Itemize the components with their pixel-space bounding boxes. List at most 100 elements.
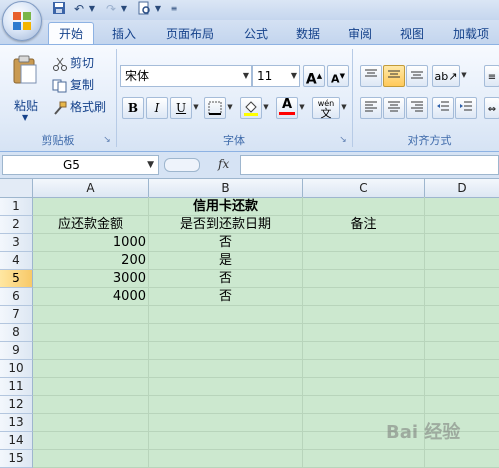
undo-icon[interactable]: ↶ xyxy=(72,1,86,17)
row-header[interactable]: 3 xyxy=(0,234,33,252)
gridline xyxy=(33,377,499,378)
paste-dropdown-icon[interactable]: ▼ xyxy=(22,113,28,122)
row-header[interactable]: 1 xyxy=(0,198,33,216)
preview-dropdown-icon[interactable]: ▼ xyxy=(154,1,162,17)
font-size-combo[interactable]: 11 ▼ xyxy=(252,65,300,87)
grow-font-button[interactable]: A▲ xyxy=(303,65,325,88)
fill-color-button[interactable] xyxy=(240,97,262,119)
bold-button[interactable]: B xyxy=(122,97,144,119)
row-header[interactable]: 10 xyxy=(0,360,33,378)
shrink-font-button[interactable]: A▼ xyxy=(327,65,349,87)
tab-insert[interactable]: 插入 xyxy=(104,24,144,44)
cut-button[interactable]: 剪切 xyxy=(52,54,94,72)
increase-indent-button[interactable] xyxy=(455,97,477,119)
group-divider xyxy=(352,49,353,147)
wrap-text-icon: ≡ xyxy=(487,72,497,83)
row-header[interactable]: 9 xyxy=(0,342,33,360)
align-bottom-button[interactable] xyxy=(406,65,428,87)
fill-color-dropdown-icon[interactable]: ▼ xyxy=(262,97,270,117)
font-color-glyph: A xyxy=(281,97,293,112)
gridline xyxy=(33,359,499,360)
copy-button[interactable]: 复制 xyxy=(52,76,94,94)
formula-input[interactable] xyxy=(240,155,499,175)
row-header[interactable]: 15 xyxy=(0,450,33,468)
select-all-corner[interactable] xyxy=(0,179,33,198)
row-header[interactable]: 2 xyxy=(0,216,33,234)
row-header-selected[interactable]: 5 xyxy=(0,270,33,288)
column-header-b[interactable]: B xyxy=(149,179,303,198)
row-header[interactable]: 14 xyxy=(0,432,33,450)
decrease-indent-button[interactable] xyxy=(432,97,454,119)
borders-button[interactable] xyxy=(204,97,226,119)
phonetic-guide-button[interactable]: wén 文 xyxy=(312,97,340,119)
row-header[interactable]: 13 xyxy=(0,414,33,432)
align-middle-button[interactable] xyxy=(383,65,405,87)
cell-a3[interactable]: 1000 xyxy=(33,234,146,251)
cell-b5[interactable]: 否 xyxy=(149,270,302,287)
align-left-button[interactable] xyxy=(360,97,382,119)
format-painter-button[interactable]: 格式刷 xyxy=(52,98,106,116)
align-center-button[interactable] xyxy=(383,97,405,119)
wrap-text-button[interactable]: ≡ xyxy=(484,65,499,87)
orientation-button[interactable]: ab↗ xyxy=(432,65,460,87)
format-painter-label: 格式刷 xyxy=(70,100,107,114)
row-header[interactable]: 11 xyxy=(0,378,33,396)
alignment-group-label: 对齐方式 xyxy=(407,134,452,147)
cell-b1[interactable]: 信用卡还款 xyxy=(149,198,302,215)
gridline xyxy=(33,341,499,342)
column-header-d[interactable]: D xyxy=(425,179,499,198)
cell-a2[interactable]: 应还款金额 xyxy=(33,216,148,233)
tab-view[interactable]: 视图 xyxy=(392,24,432,44)
row-header[interactable]: 12 xyxy=(0,396,33,414)
cell-c2[interactable]: 备注 xyxy=(303,216,424,233)
cell-b6[interactable]: 否 xyxy=(149,288,302,305)
office-button[interactable] xyxy=(2,1,42,41)
save-icon[interactable] xyxy=(52,1,66,17)
row-header[interactable]: 7 xyxy=(0,306,33,324)
print-preview-icon[interactable] xyxy=(137,1,151,17)
orientation-dropdown-icon[interactable]: ▼ xyxy=(460,65,468,85)
clipboard-launcher-icon[interactable]: ↘ xyxy=(102,135,112,145)
customize-toolbar-icon[interactable]: ≡ xyxy=(170,1,178,17)
phonetic-char: 文 xyxy=(320,107,332,120)
font-color-button[interactable]: A xyxy=(276,97,298,119)
tab-page-layout[interactable]: 页面布局 xyxy=(158,24,222,44)
insert-function-button[interactable]: fx xyxy=(218,155,229,173)
paste-icon xyxy=(13,55,37,84)
align-top-button[interactable] xyxy=(360,65,382,87)
align-top-icon xyxy=(365,69,377,77)
row-header[interactable]: 6 xyxy=(0,288,33,306)
name-box[interactable]: G5 ▼ xyxy=(2,155,159,175)
underline-dropdown-icon[interactable]: ▼ xyxy=(192,97,200,117)
cell-b4[interactable]: 是 xyxy=(149,252,302,269)
font-name-combo[interactable]: 宋体 ▼ xyxy=(120,65,252,87)
formula-splitter[interactable] xyxy=(164,158,200,172)
cell-b2[interactable]: 是否到还款日期 xyxy=(149,216,302,233)
paste-button[interactable]: 粘贴 ▼ xyxy=(6,53,46,123)
align-left-icon xyxy=(365,101,377,112)
italic-button[interactable]: I xyxy=(146,97,168,119)
font-launcher-icon[interactable]: ↘ xyxy=(338,135,348,145)
tab-addins[interactable]: 加载项 xyxy=(446,24,496,44)
column-header-c[interactable]: C xyxy=(303,179,425,198)
cell-a4[interactable]: 200 xyxy=(33,252,146,269)
redo-icon[interactable]: ↷ xyxy=(104,1,118,17)
undo-dropdown-icon[interactable]: ▼ xyxy=(88,1,96,17)
font-color-dropdown-icon[interactable]: ▼ xyxy=(298,97,306,117)
tab-data[interactable]: 数据 xyxy=(288,24,328,44)
row-header[interactable]: 4 xyxy=(0,252,33,270)
underline-button[interactable]: U xyxy=(170,97,192,119)
borders-dropdown-icon[interactable]: ▼ xyxy=(226,97,234,117)
tab-review[interactable]: 审阅 xyxy=(340,24,380,44)
row-header[interactable]: 8 xyxy=(0,324,33,342)
phonetic-dropdown-icon[interactable]: ▼ xyxy=(340,97,348,117)
column-header-a[interactable]: A xyxy=(33,179,149,198)
align-right-button[interactable] xyxy=(406,97,428,119)
cell-a6[interactable]: 4000 xyxy=(33,288,146,305)
tab-formulas[interactable]: 公式 xyxy=(236,24,276,44)
tab-home[interactable]: 开始 xyxy=(48,22,94,45)
cell-a5[interactable]: 3000 xyxy=(33,270,146,287)
redo-dropdown-icon[interactable]: ▼ xyxy=(120,1,128,17)
cell-b3[interactable]: 否 xyxy=(149,234,302,251)
merge-center-button[interactable]: ⇔ xyxy=(484,97,499,119)
